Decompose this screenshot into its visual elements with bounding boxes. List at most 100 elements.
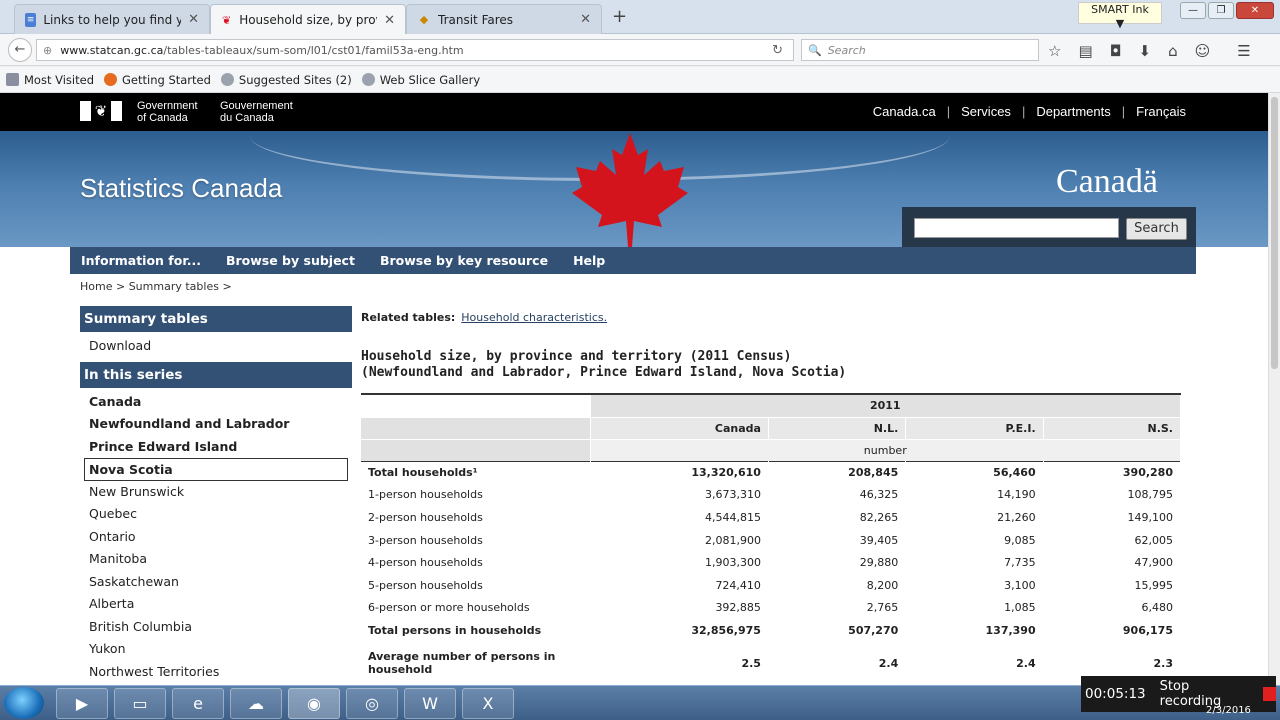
link-services[interactable]: Services	[961, 104, 1011, 119]
onedrive-icon[interactable]: ☁	[230, 688, 282, 719]
page-scrollbar[interactable]	[1268, 93, 1280, 685]
bookmark-web-slice-gallery[interactable]: Web Slice Gallery	[361, 72, 481, 87]
menu-icon[interactable]: ☰	[1237, 42, 1250, 60]
site-search-button[interactable]: Search	[1126, 218, 1187, 240]
bookmark-getting-started[interactable]: Getting Started	[104, 73, 211, 87]
breadcrumb-summary-tables[interactable]: Summary tables	[129, 280, 219, 293]
canada-wordmark: Canadä	[1056, 163, 1158, 200]
link-canada-ca[interactable]: Canada.ca	[873, 104, 936, 119]
goc-signature-en[interactable]: Government of Canada	[137, 100, 198, 124]
sidebar-item-yukon[interactable]: Yukon	[80, 638, 352, 661]
url-bar[interactable]: ⊕ www.statcan.gc.ca/tables-tableaux/sum-…	[36, 39, 794, 61]
pocket-icon[interactable]: ◘	[1110, 42, 1122, 60]
url-host: www.statcan.gc.ca	[60, 43, 164, 57]
table-cell: 62,005	[1043, 528, 1182, 552]
scroll-thumb[interactable]	[1271, 97, 1278, 369]
maple-leaf-icon	[572, 133, 688, 247]
goc-en-line2: of Canada	[137, 112, 188, 124]
link-departments[interactable]: Departments	[1036, 104, 1110, 119]
table-row: 4-person households 1,903,300 29,880 7,735 4…	[361, 551, 1182, 575]
bookmark-most-visited[interactable]: Most Visited	[6, 73, 94, 87]
table-title: Household size, by province and territor…	[361, 349, 846, 381]
sidebar-item-nova-scotia[interactable]: Nova Scotia	[84, 458, 348, 481]
minimize-icon[interactable]: —	[1180, 2, 1206, 19]
media-player-icon[interactable]: ▶	[56, 688, 108, 719]
menu-browse-by-key-resource[interactable]: Browse by key resource	[380, 253, 548, 268]
goc-signature-fr[interactable]: Gouvernement du Canada	[220, 100, 293, 124]
stop-icon[interactable]	[1263, 687, 1276, 701]
bookmark-label: Suggested Sites (2)	[238, 72, 352, 87]
table-row: 2-person households 4,544,815 82,265 21,260…	[361, 506, 1182, 530]
excel-icon[interactable]: X	[462, 688, 514, 719]
breadcrumb-home[interactable]: Home	[80, 280, 112, 293]
series-list: Canada Newfoundland and Labrador Prince Ed…	[80, 388, 352, 684]
reload-icon[interactable]: ↻	[772, 43, 783, 58]
chat-icon[interactable]: ☺	[1195, 42, 1211, 60]
site-banner: Statistics Canada Canadä Search	[0, 131, 1268, 247]
web-page: ❦ Government of Canada Gouvernement du C…	[0, 93, 1268, 685]
sidebar: Summary tables Download In this series C…	[80, 306, 352, 683]
table-cell: 2.4	[905, 641, 1044, 685]
browser-tab-bar: ≡ Links to help you find your... ✕ ❦ Hou…	[0, 0, 1280, 35]
reading-list-icon[interactable]: ▤	[1078, 42, 1092, 60]
table-cell: 29,880	[768, 551, 907, 575]
smart-ink-toolbar[interactable]: SMART Ink ▼	[1078, 2, 1162, 30]
chrome-icon[interactable]: ◎	[346, 688, 398, 719]
sidebar-item-prince-edward-island[interactable]: Prince Edward Island	[80, 436, 352, 459]
table-cell: 906,175	[1043, 619, 1182, 643]
close-icon[interactable]: ✕	[384, 13, 395, 28]
bookmark-label: Web Slice Gallery	[379, 72, 481, 87]
tab-household-size[interactable]: ❦ Household size, by provinc... ✕	[210, 4, 406, 35]
menu-help[interactable]: Help	[573, 253, 605, 268]
tab-transit-fares[interactable]: ◆ Transit Fares ✕	[406, 4, 602, 34]
sidebar-item-newfoundland-and-labrador[interactable]: Newfoundland and Labrador	[80, 413, 352, 436]
back-arrow-icon[interactable]: ←	[8, 38, 32, 62]
menu-browse-by-subject[interactable]: Browse by subject	[226, 253, 355, 268]
maximize-icon[interactable]: ❐	[1208, 2, 1234, 19]
related-link[interactable]: Household characteristics.	[461, 311, 607, 324]
clock-date: 2/3/2016	[1206, 705, 1251, 716]
table-title-line2: (Newfoundland and Labrador, Prince Edwar…	[361, 365, 847, 380]
file-explorer-icon[interactable]: ▭	[114, 688, 166, 719]
table-cell: 2,081,900	[590, 528, 769, 552]
table-cell: 8,200	[768, 573, 907, 598]
close-icon[interactable]: ✕	[188, 12, 199, 27]
row-label: Average number of persons in household	[361, 641, 591, 685]
sidebar-item-british-columbia[interactable]: British Columbia	[80, 616, 352, 639]
table-cell: 1,085	[905, 596, 1044, 620]
internet-explorer-icon[interactable]: e	[172, 688, 224, 719]
new-tab-button[interactable]: +	[612, 6, 627, 27]
sidebar-header-summary: Summary tables	[80, 306, 352, 332]
sidebar-item-alberta[interactable]: Alberta	[80, 593, 352, 616]
ie-feed-icon	[220, 73, 234, 86]
sidebar-item-northwest-territories[interactable]: Northwest Territories	[80, 661, 352, 684]
bookmark-star-icon[interactable]: ☆	[1048, 42, 1061, 60]
download-icon[interactable]: ⬇	[1139, 42, 1152, 60]
close-window-icon[interactable]: ✕	[1236, 2, 1274, 19]
search-icon: 🔍	[808, 43, 822, 57]
menu-information-for[interactable]: Information for...	[81, 253, 201, 268]
bookmark-suggested-sites[interactable]: Suggested Sites (2)	[220, 72, 352, 87]
close-icon[interactable]: ✕	[580, 12, 591, 27]
sidebar-item-quebec[interactable]: Quebec	[80, 503, 352, 526]
home-icon[interactable]: ⌂	[1168, 42, 1178, 60]
link-francais[interactable]: Français	[1136, 104, 1186, 119]
firefox-icon[interactable]: ◉	[288, 688, 340, 719]
tab-links[interactable]: ≡ Links to help you find your... ✕	[14, 4, 210, 34]
table-row: 1-person households 3,673,310 46,325 14,190…	[361, 483, 1182, 507]
word-icon[interactable]: W	[404, 688, 456, 719]
table-row: 6-person or more households 392,885 2,765 1…	[361, 596, 1182, 620]
sidebar-item-manitoba[interactable]: Manitoba	[80, 548, 352, 571]
site-search-input[interactable]	[914, 218, 1119, 238]
url-path: /tables-tableaux/sum-som/l01/cst01/famil…	[163, 43, 464, 57]
start-button-icon[interactable]	[4, 687, 44, 719]
sidebar-item-canada[interactable]: Canada	[80, 391, 352, 414]
sidebar-item-download[interactable]: Download	[80, 335, 352, 358]
sidebar-item-new-brunswick[interactable]: New Brunswick	[80, 481, 352, 504]
site-title[interactable]: Statistics Canada	[80, 173, 282, 204]
table-cell: 2.4	[768, 641, 907, 685]
sidebar-item-ontario[interactable]: Ontario	[80, 526, 352, 549]
sidebar-item-saskatchewan[interactable]: Saskatchewan	[80, 571, 352, 594]
breadcrumb: Home > Summary tables >	[80, 280, 232, 293]
browser-search-input[interactable]: 🔍 Search	[801, 39, 1039, 61]
